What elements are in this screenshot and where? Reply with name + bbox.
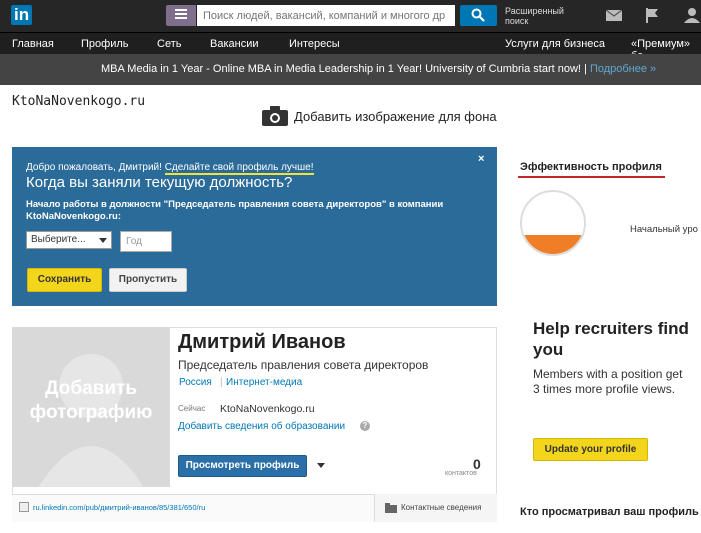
welcome-question: Когда вы заняли текущую должность? [26, 174, 293, 191]
nav-item-network[interactable]: Сеть [157, 38, 181, 50]
year-input[interactable]: Год [120, 231, 172, 252]
camera-icon[interactable] [262, 106, 288, 126]
location-link[interactable]: Россия [179, 377, 212, 388]
link-icon [19, 502, 29, 512]
flag-icon[interactable] [645, 8, 659, 23]
profile-headline: Председатель правления совета директоров [178, 358, 429, 372]
ad-banner: MBA Media in 1 Year - Online MBA in Medi… [0, 54, 701, 85]
ad-more-link[interactable]: Подробнее » [590, 63, 656, 75]
nav-item-interests[interactable]: Интересы [289, 38, 340, 50]
contact-card-icon [385, 503, 397, 513]
linkedin-logo[interactable]: in [10, 5, 33, 25]
welcome-greeting: Добро пожаловать, Дмитрий! Сделайте свой… [26, 162, 314, 175]
main-nav: Главная Профиль Сеть Вакансии Интересы У… [0, 32, 701, 62]
nav-item-business[interactable]: Услуги для бизнеса [505, 38, 605, 50]
menu-icon [175, 9, 187, 11]
add-education-link[interactable]: Добавить сведения об образовании [178, 421, 345, 432]
skip-button[interactable]: Пропустить [109, 268, 187, 292]
mail-icon[interactable] [606, 10, 622, 21]
chevron-down-icon[interactable] [317, 463, 325, 468]
add-connection-icon[interactable] [683, 8, 701, 23]
profile-strength-underline [518, 176, 665, 178]
profile-viewers-title[interactable]: Кто просматривал ваш профиль [520, 506, 699, 518]
current-company: KtoNaNovenkogo.ru [220, 403, 315, 415]
profile-strength-level: Начальный уро [630, 224, 698, 235]
ad-text[interactable]: MBA Media in 1 Year - Online MBA in Medi… [101, 63, 590, 75]
site-watermark: KtoNaNovenkogo.ru [12, 94, 146, 109]
chevron-down-icon [99, 238, 107, 243]
separator: | [220, 377, 223, 388]
save-button[interactable]: Сохранить [27, 268, 102, 292]
update-profile-button[interactable]: Update your profile [533, 438, 648, 461]
nav-item-profile[interactable]: Профиль [81, 38, 129, 50]
profile-photo-placeholder[interactable]: Добавить фотографию [12, 327, 170, 487]
profile-strength-gauge[interactable] [520, 190, 586, 256]
advanced-search-link[interactable]: Расширенный поиск [505, 6, 565, 26]
industry-link[interactable]: Интернет-медиа [226, 377, 302, 388]
close-icon[interactable]: × [478, 153, 484, 165]
search-button[interactable] [460, 5, 497, 26]
gauge-fill [522, 235, 584, 254]
public-profile-url[interactable]: ru.linkedin.com/pub/дмитрий-иванов/85/38… [33, 503, 205, 512]
welcome-description: Начало работы в должности "Председатель … [26, 199, 444, 222]
contacts-label: контактов [445, 470, 477, 477]
current-label: Сейчас [178, 404, 206, 413]
month-select[interactable]: Выберите... [26, 231, 112, 249]
add-background-link[interactable]: Добавить изображение для фона [294, 109, 497, 124]
search-icon [471, 8, 485, 22]
view-profile-button[interactable]: Просмотреть профиль [178, 455, 307, 477]
search-input[interactable] [197, 5, 455, 26]
contact-info-label[interactable]: Контактные сведения [401, 503, 481, 512]
profile-name: Дмитрий Иванов [178, 331, 346, 353]
welcome-prefix: Добро пожаловать, Дмитрий! [26, 162, 165, 173]
add-photo-label[interactable]: Добавить фотографию [12, 377, 170, 425]
help-icon[interactable]: ? [360, 421, 370, 431]
promo-text: Members with a position get 3 times more… [533, 367, 683, 396]
profile-strength-title: Эффективность профиля [520, 161, 662, 173]
nav-item-jobs[interactable]: Вакансии [210, 38, 259, 50]
month-select-value: Выберите... [31, 234, 86, 245]
promo-title: Help recruiters find you [533, 319, 689, 359]
nav-item-home[interactable]: Главная [12, 38, 54, 50]
search-category-menu-button[interactable] [166, 5, 196, 26]
